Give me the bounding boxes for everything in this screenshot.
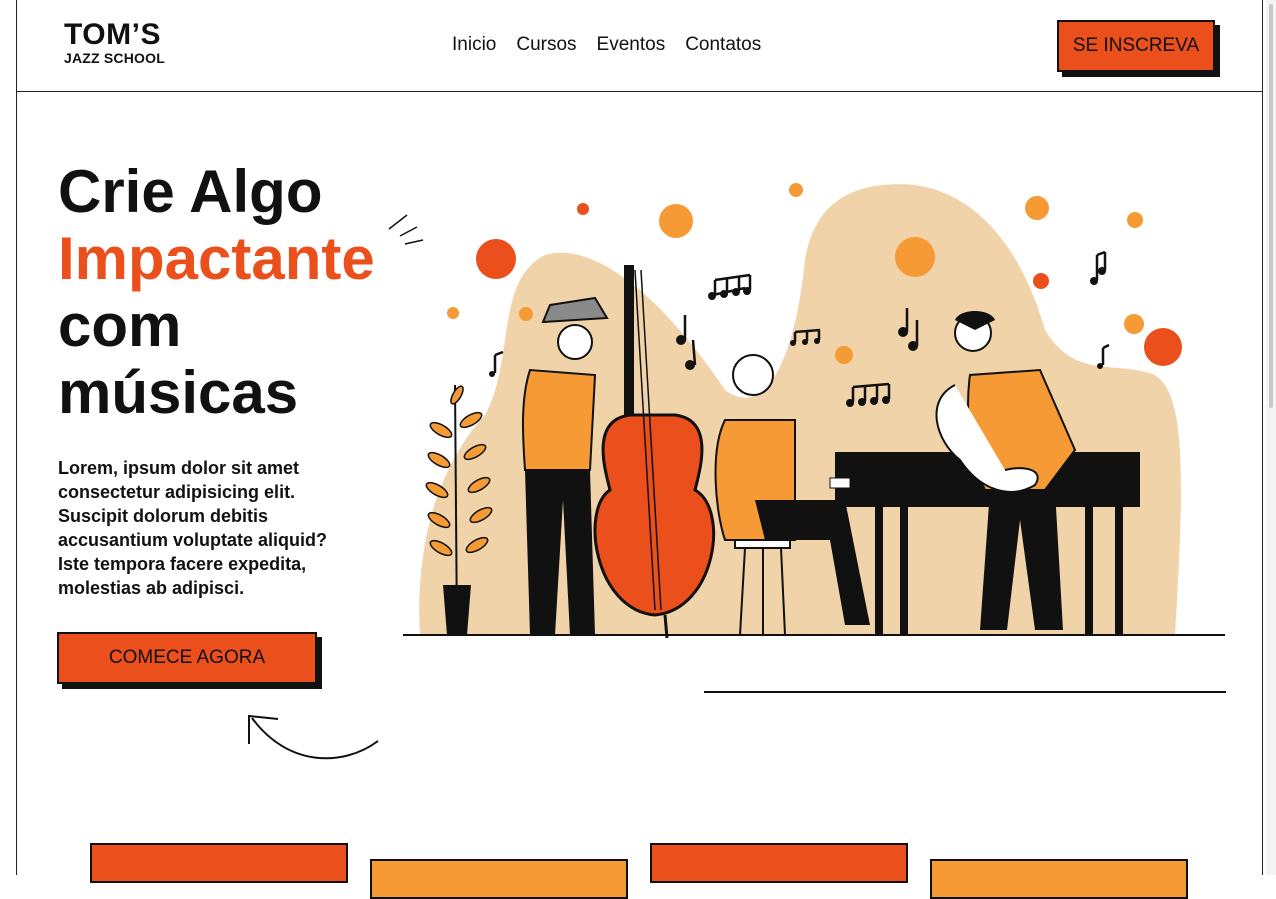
logo[interactable]: TOM’S JAZZ SCHOOL <box>64 18 165 66</box>
decor-dot <box>447 307 459 319</box>
decor-dot <box>895 237 935 277</box>
feature-card-1[interactable] <box>90 843 348 883</box>
decor-dot <box>835 346 853 364</box>
nav-link-cursos[interactable]: Cursos <box>516 34 576 56</box>
nav-link-contatos[interactable]: Contatos <box>685 34 761 56</box>
scrollbar-thumb[interactable] <box>1269 4 1273 408</box>
logo-tagline: JAZZ SCHOOL <box>64 50 165 66</box>
hero-title: Crie Algo Impactante com músicas <box>58 158 375 426</box>
signup-button[interactable]: SE INSCREVA <box>1057 20 1215 72</box>
logo-name: TOM’S <box>64 18 161 51</box>
divider-line <box>704 691 1226 693</box>
main-menu: Inicio Cursos Eventos Contatos <box>452 34 761 56</box>
feature-card-2[interactable] <box>370 859 628 899</box>
scrollbar[interactable] <box>1266 0 1276 875</box>
hero-title-line-3: com <box>58 292 182 359</box>
decor-dot <box>519 307 533 321</box>
hero-title-line-4: músicas <box>58 359 299 426</box>
decor-dot <box>476 239 516 279</box>
decor-dot <box>1033 273 1049 289</box>
decor-dot <box>577 203 589 215</box>
decor-dot <box>1144 328 1182 366</box>
start-now-button[interactable]: COMECE AGORA <box>57 632 317 684</box>
site-header: TOM’S JAZZ SCHOOL Inicio Cursos Eventos … <box>17 0 1262 92</box>
nav-link-eventos[interactable]: Eventos <box>597 34 666 56</box>
decor-dot <box>789 183 803 197</box>
jazz-band-illustration <box>403 183 1225 639</box>
feature-card-4[interactable] <box>930 859 1188 899</box>
hero-description: Lorem, ipsum dolor sit amet consectetur … <box>58 458 328 598</box>
decor-dot <box>659 204 693 238</box>
hero-title-line-1: Crie Algo <box>58 158 323 225</box>
hero-title-line-2: Impactante <box>58 225 375 292</box>
curved-arrow-icon <box>248 714 379 760</box>
decor-dot <box>1127 212 1143 228</box>
feature-card-3[interactable] <box>650 843 908 883</box>
nav-link-inicio[interactable]: Inicio <box>452 34 496 56</box>
decor-dot <box>1124 314 1144 334</box>
decor-dot <box>1025 196 1049 220</box>
